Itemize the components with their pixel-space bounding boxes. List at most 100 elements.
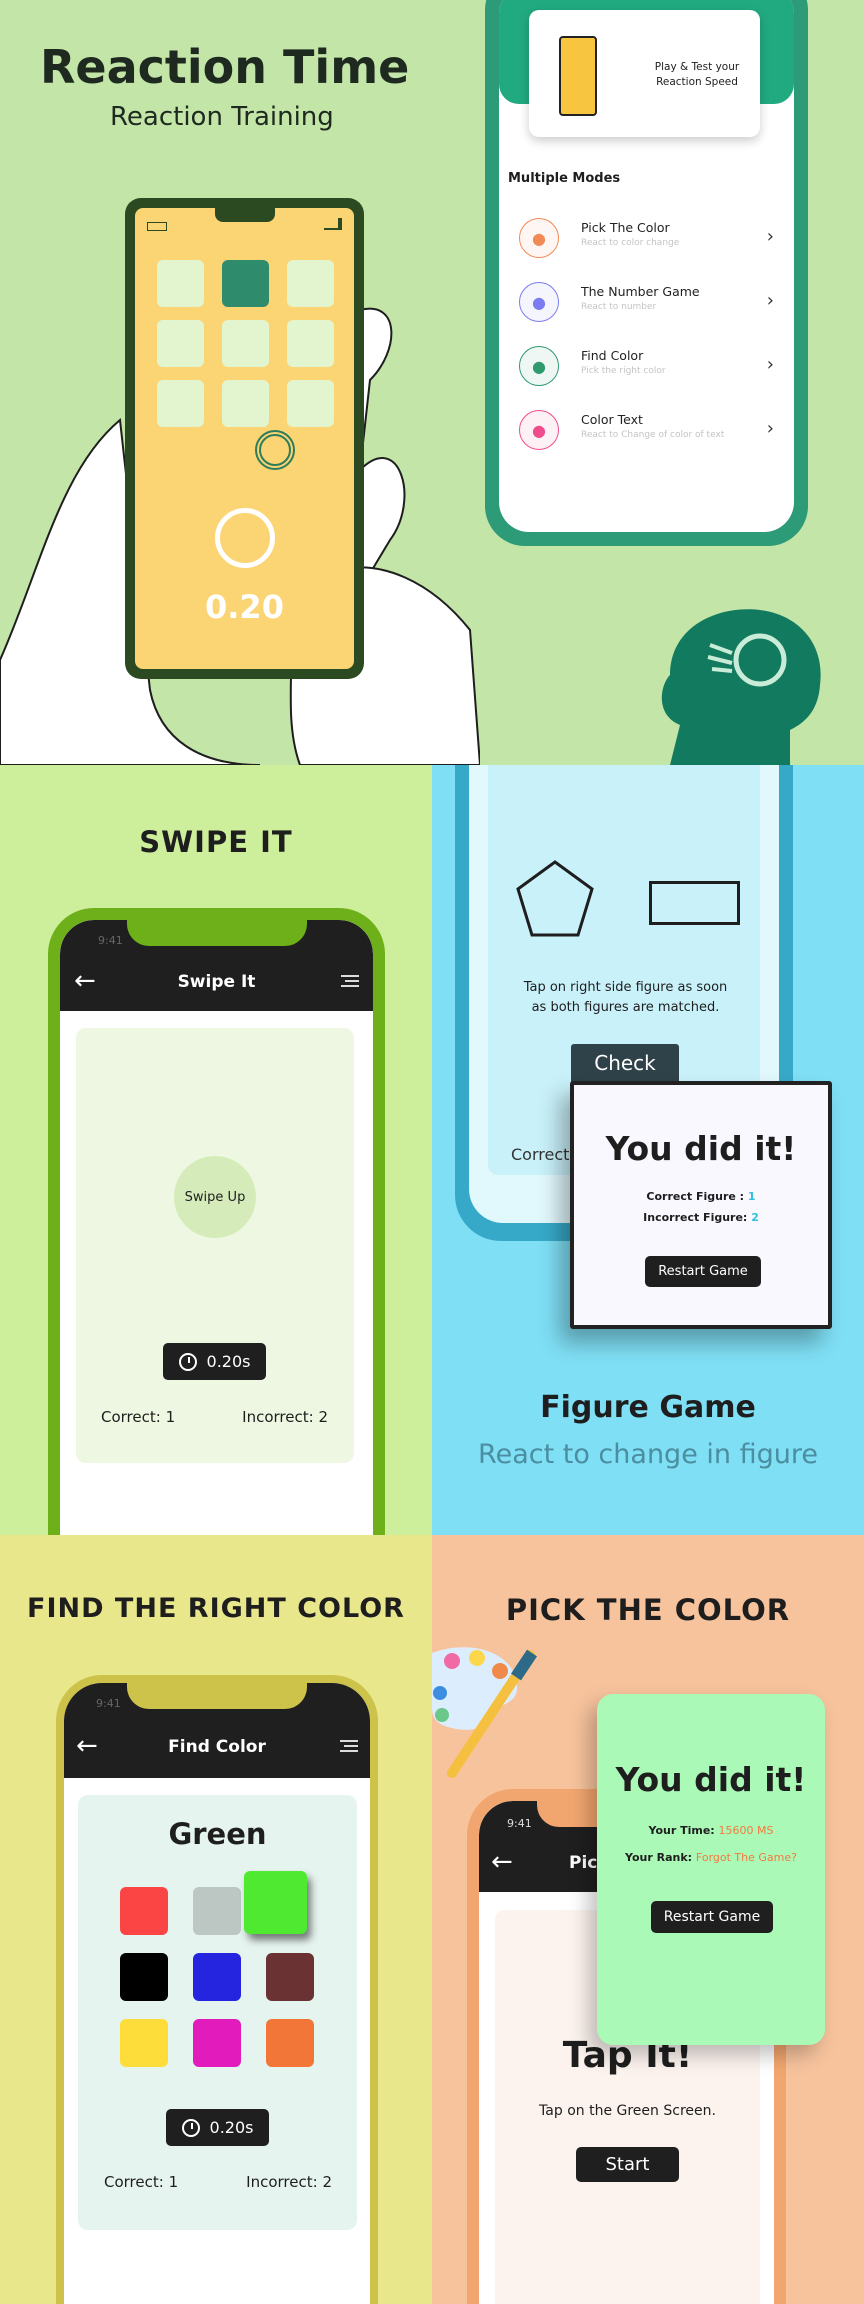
restart-game-button[interactable]: Restart Game	[651, 1901, 773, 1933]
figure-instruction: Tap on right side figure as soon as both…	[523, 980, 728, 1015]
result-dialog: You did it! Correct Figure : 1 Incorrect…	[570, 1081, 832, 1329]
clock-icon	[181, 2118, 200, 2137]
game-tile[interactable]	[157, 260, 204, 307]
mode-item[interactable]: ● Pick The Color React to color change ›	[519, 218, 794, 278]
correct-figure-label: Correct Figure :	[646, 1190, 745, 1203]
chevron-right-icon: ›	[766, 290, 774, 311]
color-swatch[interactable]	[120, 2019, 168, 2067]
phone-illustration-icon	[559, 36, 597, 116]
mode-subtitle: React to Change of color of text	[581, 430, 725, 440]
mode-title: Find Color	[581, 348, 644, 363]
find-phone: 9:41 ← Find Color Green 0.20s Correct: 1…	[56, 1675, 378, 2304]
figure-caption-title: Figure Game	[540, 1390, 756, 1425]
paint-palette-icon	[432, 1647, 537, 1778]
pick-heading: PICK THE COLOR	[505, 1593, 791, 1627]
game-tile[interactable]	[287, 380, 334, 427]
your-rank-value: Forgot The Game?	[695, 1851, 797, 1864]
pentagon-figure[interactable]	[514, 859, 596, 941]
eyedropper-icon: ●	[519, 346, 559, 386]
status-time: 9:41	[507, 1817, 532, 1830]
brain-head-icon	[661, 609, 821, 765]
timer-pill: 0.20s	[163, 1343, 266, 1380]
incorrect-count: Incorrect: 2	[242, 1408, 328, 1426]
game-tile[interactable]	[222, 380, 269, 427]
mode-item[interactable]: ● Find Color Pick the right color ›	[519, 346, 794, 406]
reaction-timer: 0.20	[205, 588, 284, 626]
status-time: 9:41	[96, 1697, 121, 1710]
incorrect-count: Incorrect: 2	[246, 2173, 332, 2191]
app-title: Reaction Time	[40, 40, 410, 94]
back-arrow-icon[interactable]: ←	[491, 1849, 513, 1875]
swipe-panel: SWIPE IT 9:41 ← Swipe It Swipe Up 0.20s …	[0, 765, 432, 1535]
start-button[interactable]: Start	[576, 2147, 679, 2182]
color-swatch[interactable]	[193, 1953, 241, 2001]
mode-item[interactable]: ● The Number Game React to number ›	[519, 282, 794, 342]
text-color-icon: ●	[519, 410, 559, 450]
timer-pill: 0.20s	[166, 2109, 269, 2146]
your-rank-label: Your Rank:	[625, 1851, 693, 1864]
color-swatch[interactable]	[244, 1871, 307, 1934]
header-title: Swipe It	[177, 972, 256, 992]
section-title: Multiple Modes	[508, 171, 621, 186]
mode-title: Pick The Color	[581, 220, 670, 235]
color-swatch[interactable]	[120, 1953, 168, 2001]
menu-icon[interactable]	[340, 1737, 358, 1755]
battery-icon	[147, 222, 167, 231]
check-button[interactable]: Check	[571, 1044, 679, 1084]
dialog-title: You did it!	[615, 1760, 807, 1799]
color-swatch[interactable]	[120, 1887, 168, 1935]
swipe-phone: 9:41 ← Swipe It Swipe Up 0.20s Correct: …	[48, 908, 385, 1535]
chevron-right-icon: ›	[766, 418, 774, 439]
game-tile[interactable]	[157, 320, 204, 367]
mode-title: Color Text	[581, 412, 643, 427]
your-time-value: 15600 MS	[718, 1824, 774, 1837]
color-swatch[interactable]	[193, 1887, 241, 1935]
pick-panel: PICK THE COLOR 9:41 ← Pick Tap It! Tap o…	[432, 1535, 864, 2304]
your-time-label: Your Time:	[648, 1824, 715, 1837]
find-app-header: 9:41 ← Find Color	[64, 1683, 370, 1778]
color-swatch[interactable]	[266, 2019, 314, 2067]
pick-instruction: Tap on the Green Screen.	[539, 2103, 716, 2119]
game-tile[interactable]	[287, 320, 334, 367]
game-tile[interactable]	[287, 260, 334, 307]
promo-card[interactable]: Play & Test your Reaction Speed	[529, 10, 760, 137]
swipe-card[interactable]: Swipe Up 0.20s Correct: 1 Incorrect: 2	[76, 1028, 354, 1463]
header-title: Find Color	[168, 1737, 266, 1757]
correct-count: Correct: 1	[101, 1408, 176, 1426]
paint-bucket-icon: ●	[519, 218, 559, 258]
rectangle-figure[interactable]	[649, 881, 740, 925]
restart-game-button[interactable]: Restart Game	[645, 1256, 761, 1287]
figure-caption-subtitle: React to change in figure	[478, 1439, 818, 1470]
game-phone: 0.20	[125, 198, 364, 679]
timer-value: 0.20s	[209, 2118, 254, 2137]
mode-subtitle: Pick the right color	[581, 366, 666, 376]
color-swatch[interactable]	[266, 1953, 314, 2001]
number-hexagons-icon: ●	[519, 282, 559, 322]
find-card: Green 0.20s Correct: 1 Incorrect: 2	[78, 1795, 357, 2230]
signal-icon	[324, 218, 342, 230]
game-tile[interactable]	[222, 260, 269, 307]
menu-icon[interactable]	[341, 972, 359, 990]
swipe-up-label: Swipe Up	[184, 1189, 246, 1205]
speaker-notch	[215, 208, 275, 222]
clock-icon	[178, 1352, 197, 1371]
correct-count: Correct: 1	[104, 2173, 179, 2191]
swipe-up-circle[interactable]: Swipe Up	[174, 1156, 256, 1238]
stopwatch-icon	[215, 508, 275, 568]
game-tile[interactable]	[222, 320, 269, 367]
mode-subtitle: React to number	[581, 302, 657, 312]
pick-result-dialog: You did it! Your Time: 15600 MS Your Ran…	[597, 1694, 825, 2045]
mode-subtitle: React to color change	[581, 238, 680, 248]
chevron-right-icon: ›	[766, 226, 774, 247]
swipe-heading: SWIPE IT	[139, 825, 293, 859]
swipe-app-header: 9:41 ← Swipe It	[60, 920, 373, 1011]
status-time: 9:41	[98, 934, 123, 947]
app-subtitle: Reaction Training	[110, 102, 334, 132]
find-panel: FIND THE RIGHT COLOR 9:41 ← Find Color G…	[0, 1535, 432, 2304]
incorrect-figure-value: 2	[751, 1211, 759, 1224]
tap-ripple	[255, 430, 295, 470]
game-tile[interactable]	[157, 380, 204, 427]
mode-item[interactable]: ● Color Text React to Change of color of…	[519, 410, 794, 470]
home-phone: Play & Test your Reaction Speed Multiple…	[485, 0, 808, 546]
color-swatch[interactable]	[193, 2019, 241, 2067]
